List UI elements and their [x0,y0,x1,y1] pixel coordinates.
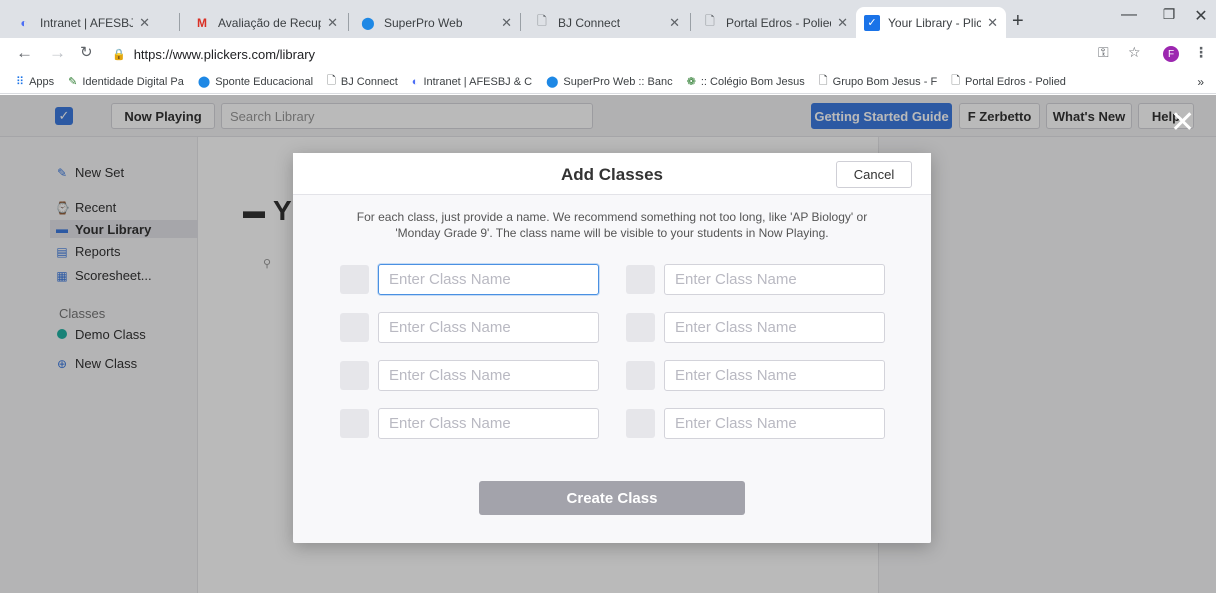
key-icon[interactable]: ⚿ [1098,44,1109,61]
bookmarks-bar: ⠿ Apps ✎ Identidade Digital Pa ⬤ Sponte … [0,70,1216,94]
modal-header: Add Classes Cancel [293,153,931,195]
more-bookmarks-icon[interactable]: » [1197,75,1204,89]
bookmark-grupo-bom-jesus[interactable]: 🗋 Grupo Bom Jesus - F [819,72,937,91]
sponte-icon: ⬤ [197,76,211,88]
class-row [293,360,931,392]
class-color-swatch[interactable] [340,409,369,438]
tab-title: SuperPro Web [384,15,463,30]
class-color-swatch[interactable] [626,265,655,294]
document-icon: 🗋 [818,75,828,87]
tab-bj-connect[interactable]: 🗋 BJ Connect ✕ [526,7,688,38]
bookmark-bj-connect[interactable]: 🗋 BJ Connect [327,72,398,91]
add-classes-modal: Add Classes Cancel For each class, just … [293,153,931,543]
bookmark-label: Portal Edros - Polied [965,75,1066,88]
bookmark-label: Apps [29,75,55,88]
class-name-input[interactable] [664,360,885,391]
close-modal-icon[interactable]: ✕ [1170,108,1195,138]
bookmark-label: BJ Connect [340,75,398,88]
bookmark-intranet[interactable]: ◐ Intranet | AFESBJ & C [412,76,532,88]
apps-grid-icon: ⠿ [16,76,25,88]
tab-title: BJ Connect [558,15,621,30]
class-color-swatch[interactable] [626,409,655,438]
cancel-button[interactable]: Cancel [836,161,912,188]
bookmark-superpro[interactable]: ⬤ SuperPro Web :: Banc [546,75,673,89]
class-row [293,264,931,296]
close-icon[interactable]: ✕ [669,15,680,31]
class-name-input[interactable] [664,312,885,343]
close-icon[interactable]: ✕ [987,15,998,31]
class-color-swatch[interactable] [626,313,655,342]
globe-icon: ◐ [411,75,419,88]
browser-tab-bar: ◐ Intranet | AFESBJ & CN ✕ M Avaliação d… [0,0,1216,38]
tab-separator [348,13,349,31]
class-color-swatch[interactable] [340,361,369,390]
tab-title: Avaliação de Recuperaç [218,15,321,30]
tab-title: Your Library - Plickers [888,15,982,30]
browser-toolbar: ← → ↻ 🔒 https://www.plickers.com/library… [0,38,1216,70]
class-row [293,312,931,344]
class-color-swatch[interactable] [626,361,655,390]
url-text: https://www.plickers.com/library [133,46,316,62]
close-icon[interactable]: ✕ [327,15,338,31]
bookmark-label: Grupo Bom Jesus - F [832,75,938,88]
reload-icon[interactable]: ↻ [80,43,93,61]
tab-portal-edros[interactable]: 🗋 Portal Edros - Poliedro ✕ [694,7,856,38]
window-close-icon[interactable]: ✕ [1178,6,1216,26]
class-color-swatch[interactable] [340,265,369,294]
tab-separator [520,13,521,31]
class-row [293,408,931,440]
class-color-swatch[interactable] [340,313,369,342]
document-icon: 🗋 [327,75,336,87]
document-icon: 🗋 [705,14,715,28]
document-icon: 🗋 [951,75,961,87]
bookmark-identidade-digital[interactable]: ✎ Identidade Digital Pa [68,75,184,89]
tab-gmail[interactable]: M Avaliação de Recuperaç ✕ [186,7,346,38]
bookmark-label: :: Colégio Bom Jesus [700,75,805,88]
address-bar[interactable]: 🔒 https://www.plickers.com/library [112,42,1172,66]
identity-icon: ✎ [68,76,78,88]
gmail-icon: M [197,15,207,30]
document-icon: 🗋 [537,14,547,28]
bookmark-label: Identidade Digital Pa [82,75,184,88]
close-icon[interactable]: ✕ [139,15,150,31]
new-tab-button[interactable]: + [1012,10,1024,33]
bookmark-colegio[interactable]: ❁ :: Colégio Bom Jesus [686,75,805,89]
tab-intranet[interactable]: ◐ Intranet | AFESBJ & CN ✕ [8,7,158,38]
lock-icon: 🔒 [112,48,126,61]
class-name-input[interactable] [378,264,599,295]
tab-separator [690,13,691,31]
class-name-input[interactable] [378,360,599,391]
bookmark-label: Intranet | AFESBJ & C [423,75,533,88]
superpro-icon: ⬤ [361,15,375,30]
colegio-icon: ❁ [686,76,696,88]
bookmark-label: Sponte Educacional [215,75,314,88]
class-name-input[interactable] [664,408,885,439]
superpro-icon: ⬤ [546,76,559,88]
tab-title: Portal Edros - Poliedro [726,15,831,30]
bookmark-portal-edros[interactable]: 🗋 Portal Edros - Polied [951,72,1066,91]
forward-icon[interactable]: → [49,43,66,63]
tab-superpro[interactable]: ⬤ SuperPro Web ✕ [352,7,520,38]
back-icon[interactable]: ← [16,43,33,63]
plickers-icon: ✓ [864,14,880,31]
bookmark-label: SuperPro Web :: Banc [563,75,673,88]
tab-title: Intranet | AFESBJ & CN [40,15,134,30]
close-icon[interactable]: ✕ [501,15,512,31]
tab-plickers[interactable]: ✓ Your Library - Plickers ✕ [856,7,1006,38]
class-name-input[interactable] [664,264,885,295]
bookmark-sponte[interactable]: ⬤ Sponte Educacional [197,75,314,89]
class-name-input[interactable] [378,408,599,439]
class-name-input[interactable] [378,312,599,343]
modal-description: For each class, just provide a name. We … [356,210,868,240]
bookmark-apps[interactable]: ⠿ Apps [16,75,55,89]
menu-icon[interactable]: ⋮ [1194,44,1208,61]
globe-icon: ◐ [20,15,28,30]
star-icon[interactable]: ☆ [1128,44,1141,61]
tab-separator [179,13,180,31]
close-icon[interactable]: ✕ [837,15,848,31]
avatar[interactable]: F [1163,46,1179,62]
create-class-button[interactable]: Create Class [479,481,745,515]
